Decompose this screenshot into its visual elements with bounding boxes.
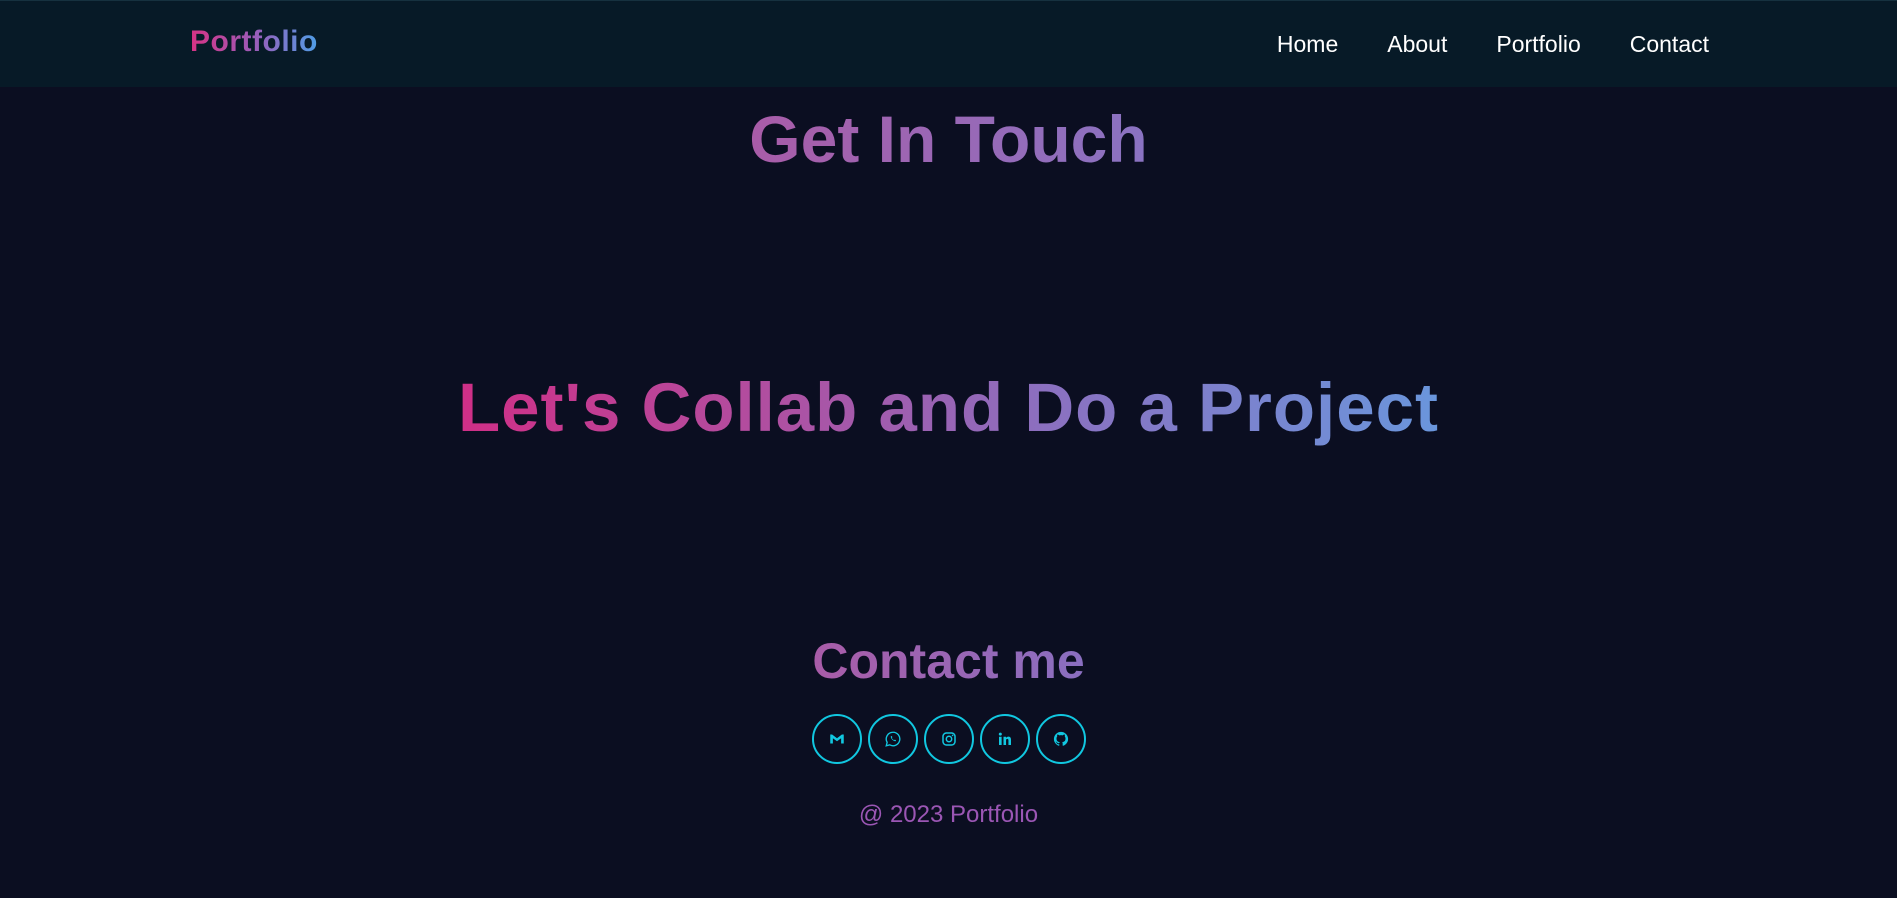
navbar: Portfolio Home About Portfolio Contact: [0, 0, 1897, 87]
nav-link-about[interactable]: About: [1387, 29, 1447, 59]
whatsapp-icon: [884, 731, 900, 747]
section-title: Get In Touch: [0, 101, 1897, 177]
gmail-icon: [829, 734, 844, 744]
nav-link-contact[interactable]: Contact: [1630, 29, 1709, 59]
nav-link-portfolio[interactable]: Portfolio: [1496, 29, 1580, 59]
footer: @ 2023 Portfolio: [0, 801, 1897, 829]
social-links: [0, 714, 1897, 764]
contact-me-text: Contact me: [812, 633, 1085, 689]
instagram-icon: [941, 732, 956, 746]
instagram-button[interactable]: [923, 714, 974, 764]
github-button[interactable]: [1035, 714, 1086, 764]
collab-tagline: Let's Collab and Do a Project: [0, 368, 1897, 447]
collab-tagline-text: Let's Collab and Do a Project: [458, 369, 1439, 446]
gmail-button[interactable]: [811, 714, 862, 764]
logo-link[interactable]: Portfolio: [190, 25, 318, 59]
linkedin-icon: [998, 732, 1011, 745]
footer-copyright: @ 2023 Portfolio: [858, 801, 1039, 828]
nav-links: Home About Portfolio Contact: [1277, 29, 1709, 59]
section-title-text: Get In Touch: [749, 102, 1148, 176]
whatsapp-button[interactable]: [867, 714, 918, 764]
linkedin-button[interactable]: [979, 714, 1030, 764]
nav-link-home[interactable]: Home: [1277, 29, 1338, 59]
contact-me-heading: Contact me: [0, 632, 1897, 690]
github-icon: [1053, 731, 1068, 746]
